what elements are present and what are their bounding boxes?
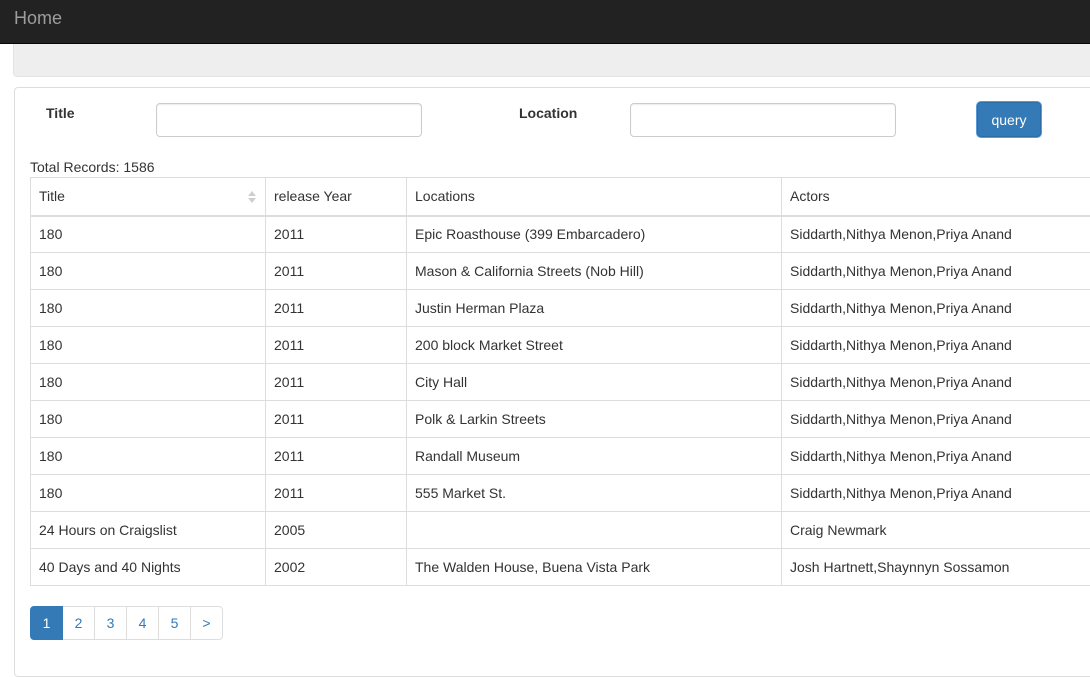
cell-release-year: 2011 [266,401,407,438]
cell-location: Justin Herman Plaza [407,290,782,327]
page-2-link[interactable]: 2 [62,606,95,640]
cell-actors: Siddarth,Nithya Menon,Priya Anand [782,438,1090,475]
location-label: Location [519,105,577,121]
column-header-release-year[interactable]: release Year [266,178,407,216]
table-row: 180 2011 Randall Museum Siddarth,Nithya … [31,438,1090,475]
page-5-link[interactable]: 5 [158,606,191,640]
cell-title: 40 Days and 40 Nights [31,549,266,586]
total-records: Total Records: 1586 [30,159,155,175]
cell-release-year: 2011 [266,216,407,253]
column-header-label: Title [39,188,65,204]
column-header-label: Actors [790,188,830,204]
column-header-locations[interactable]: Locations [407,178,782,216]
cell-release-year: 2005 [266,512,407,549]
column-header-actors[interactable]: Actors [782,178,1090,216]
cell-title: 24 Hours on Craigslist [31,512,266,549]
top-well [13,44,1090,77]
cell-actors: Siddarth,Nithya Menon,Priya Anand [782,253,1090,290]
title-input[interactable] [156,103,422,137]
column-header-label: release Year [274,188,352,204]
cell-release-year: 2011 [266,364,407,401]
cell-title: 180 [31,401,266,438]
cell-title: 180 [31,475,266,512]
cell-title: 180 [31,327,266,364]
cell-location: 555 Market St. [407,475,782,512]
results-table: Title release Year Locations Actors 180 … [30,177,1090,586]
table-row: 180 2011 City Hall Siddarth,Nithya Menon… [31,364,1090,401]
cell-title: 180 [31,290,266,327]
cell-title: 180 [31,438,266,475]
cell-release-year: 2011 [266,290,407,327]
table-row: 180 2011 555 Market St. Siddarth,Nithya … [31,475,1090,512]
pagination: 1 2 3 4 5 > [30,606,223,640]
cell-release-year: 2002 [266,549,407,586]
cell-actors: Siddarth,Nithya Menon,Priya Anand [782,475,1090,512]
cell-actors: Siddarth,Nithya Menon,Priya Anand [782,364,1090,401]
query-button[interactable]: query [977,102,1041,137]
table-row: 24 Hours on Craigslist 2005 Craig Newmar… [31,512,1090,549]
table-row: 180 2011 200 block Market Street Siddart… [31,327,1090,364]
cell-location: Epic Roasthouse (399 Embarcadero) [407,216,782,253]
cell-actors: Josh Hartnett,Shaynnyn Sossamon [782,549,1090,586]
cell-location: The Walden House, Buena Vista Park [407,549,782,586]
table-row: 180 2011 Mason & California Streets (Nob… [31,253,1090,290]
page-4-link[interactable]: 4 [126,606,159,640]
cell-actors: Siddarth,Nithya Menon,Priya Anand [782,216,1090,253]
cell-actors: Siddarth,Nithya Menon,Priya Anand [782,290,1090,327]
cell-title: 180 [31,253,266,290]
next-page-link[interactable]: > [190,606,223,640]
table-header-row: Title release Year Locations Actors [31,178,1090,216]
column-header-title[interactable]: Title [31,178,266,216]
cell-actors: Siddarth,Nithya Menon,Priya Anand [782,327,1090,364]
cell-title: 180 [31,364,266,401]
column-header-label: Locations [415,188,475,204]
cell-location: Randall Museum [407,438,782,475]
navbar: Home [0,0,1090,44]
cell-title: 180 [31,216,266,253]
title-label: Title [46,105,75,121]
location-input[interactable] [630,103,896,137]
cell-actors: Siddarth,Nithya Menon,Priya Anand [782,401,1090,438]
cell-actors: Craig Newmark [782,512,1090,549]
cell-location: Polk & Larkin Streets [407,401,782,438]
cell-release-year: 2011 [266,253,407,290]
page-3-link[interactable]: 3 [94,606,127,640]
home-link[interactable]: Home [14,8,62,29]
table-row: 40 Days and 40 Nights 2002 The Walden Ho… [31,549,1090,586]
page-1-link[interactable]: 1 [30,606,63,640]
cell-location [407,512,782,549]
cell-release-year: 2011 [266,475,407,512]
table-row: 180 2011 Epic Roasthouse (399 Embarcader… [31,216,1090,253]
cell-location: City Hall [407,364,782,401]
cell-release-year: 2011 [266,327,407,364]
table-row: 180 2011 Polk & Larkin Streets Siddarth,… [31,401,1090,438]
table-row: 180 2011 Justin Herman Plaza Siddarth,Ni… [31,290,1090,327]
cell-release-year: 2011 [266,438,407,475]
sort-icon[interactable] [247,189,257,205]
cell-location: 200 block Market Street [407,327,782,364]
cell-location: Mason & California Streets (Nob Hill) [407,253,782,290]
